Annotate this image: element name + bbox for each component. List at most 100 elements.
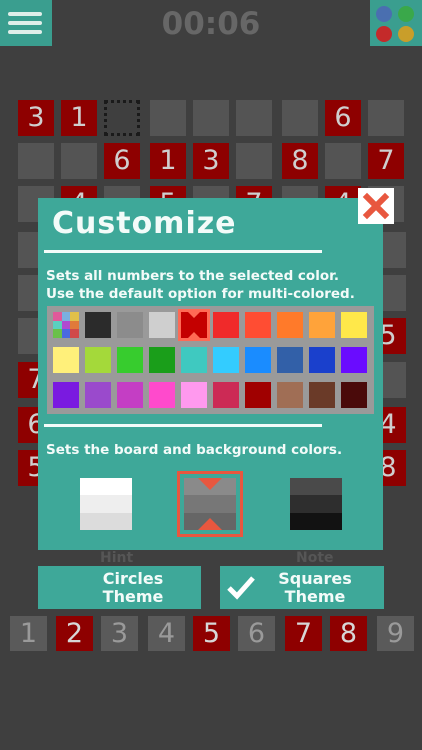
board-cell[interactable] [150,100,186,136]
circles-theme-line1: Circles [102,569,164,588]
circles-theme-label: Circles Theme [78,570,188,606]
board-option-light[interactable] [80,478,132,530]
multicolor-swatch[interactable] [53,312,79,338]
color-swatch[interactable] [277,382,303,408]
color-swatch[interactable] [245,347,271,373]
color-swatch[interactable] [181,347,207,373]
color-palette [47,306,374,414]
color-swatch[interactable] [341,347,367,373]
color-swatch[interactable] [309,382,335,408]
color-swatch[interactable] [85,347,111,373]
board-cell[interactable] [236,143,272,179]
number-label: 5 [202,618,221,649]
board-cell[interactable] [236,100,272,136]
numbers-color-description: Sets all numbers to the selected color. [46,268,339,284]
circles-theme-line2: Theme [102,587,164,606]
color-swatch[interactable] [309,312,335,338]
number-label: 4 [157,618,176,649]
board-cell[interactable]: 3 [193,143,229,179]
color-swatch[interactable] [85,312,111,338]
color-swatch[interactable] [117,382,143,408]
board-cell[interactable]: 8 [282,143,318,179]
board-cell[interactable] [104,100,140,136]
board-cell[interactable]: 1 [150,143,186,179]
color-swatch[interactable] [117,312,143,338]
cell-number: 6 [334,102,352,133]
board-cell[interactable]: 6 [104,143,140,179]
number-label: 8 [339,618,358,649]
close-icon[interactable] [358,188,394,224]
number-label: 3 [110,618,129,649]
board-color-description: Sets the board and background colors. [46,442,343,458]
number-button-6[interactable]: 6 [238,616,275,651]
cell-number: 3 [202,145,220,176]
numbers-color-description-2: Use the default option for multi-colored… [46,286,355,302]
number-button-9[interactable]: 9 [377,616,414,651]
number-label: 6 [247,618,266,649]
number-button-2[interactable]: 2 [56,616,93,651]
color-swatch[interactable] [245,382,271,408]
number-button-7[interactable]: 7 [285,616,322,651]
squares-theme-button[interactable]: Squares Theme [220,566,384,609]
color-swatch[interactable] [149,312,175,338]
board-cell[interactable]: 6 [325,100,361,136]
color-swatch[interactable] [213,312,239,338]
squares-theme-label: Squares Theme [260,570,370,606]
number-button-3[interactable]: 3 [101,616,138,651]
cell-number: 6 [113,145,131,176]
number-label: 9 [386,618,405,649]
dialog-title: Customize [52,206,237,241]
board-cell[interactable] [282,100,318,136]
board-cell[interactable] [325,143,361,179]
color-swatch[interactable] [181,382,207,408]
cell-number: 8 [291,145,309,176]
timer: 00:06 [161,6,261,42]
color-swatch[interactable] [277,312,303,338]
board-cell[interactable] [61,143,97,179]
cell-number: 1 [70,102,88,133]
hint-label: Hint [100,550,134,566]
color-swatch[interactable] [117,347,143,373]
color-swatch[interactable] [178,309,210,341]
color-swatch[interactable] [213,382,239,408]
squares-theme-line1: Squares [278,569,352,588]
color-swatch[interactable] [245,312,271,338]
checkmark-icon [227,576,255,600]
board-cell[interactable]: 7 [368,143,404,179]
number-button-5[interactable]: 5 [193,616,230,651]
divider [44,424,322,427]
color-theme-icon[interactable] [370,0,422,46]
number-label: 7 [294,618,313,649]
number-label: 2 [65,618,84,649]
cell-number: 3 [27,102,45,133]
number-label: 1 [19,618,38,649]
color-swatch[interactable] [53,382,79,408]
number-button-8[interactable]: 8 [330,616,367,651]
color-swatch[interactable] [341,312,367,338]
color-swatch[interactable] [341,382,367,408]
menu-icon[interactable] [0,0,52,46]
number-button-4[interactable]: 4 [148,616,185,651]
color-swatch[interactable] [309,347,335,373]
color-swatch[interactable] [85,382,111,408]
board-option-dark[interactable] [290,478,342,530]
color-swatch[interactable] [149,347,175,373]
note-label: Note [296,550,334,566]
board-cell[interactable] [368,100,404,136]
cell-number: 7 [377,145,395,176]
board-cell[interactable]: 3 [18,100,54,136]
number-button-1[interactable]: 1 [10,616,47,651]
color-swatch[interactable] [53,347,79,373]
cell-number: 1 [159,145,177,176]
color-swatch[interactable] [213,347,239,373]
customize-dialog: Customize Sets all numbers to the select… [38,198,383,550]
board-cell[interactable]: 1 [61,100,97,136]
squares-theme-line2: Theme [284,587,346,606]
color-swatch[interactable] [149,382,175,408]
circles-theme-button[interactable]: Circles Theme [38,566,201,609]
divider [44,250,322,253]
board-cell[interactable] [193,100,229,136]
color-swatch[interactable] [277,347,303,373]
board-cell[interactable] [18,143,54,179]
board-option-gray[interactable] [177,471,243,537]
